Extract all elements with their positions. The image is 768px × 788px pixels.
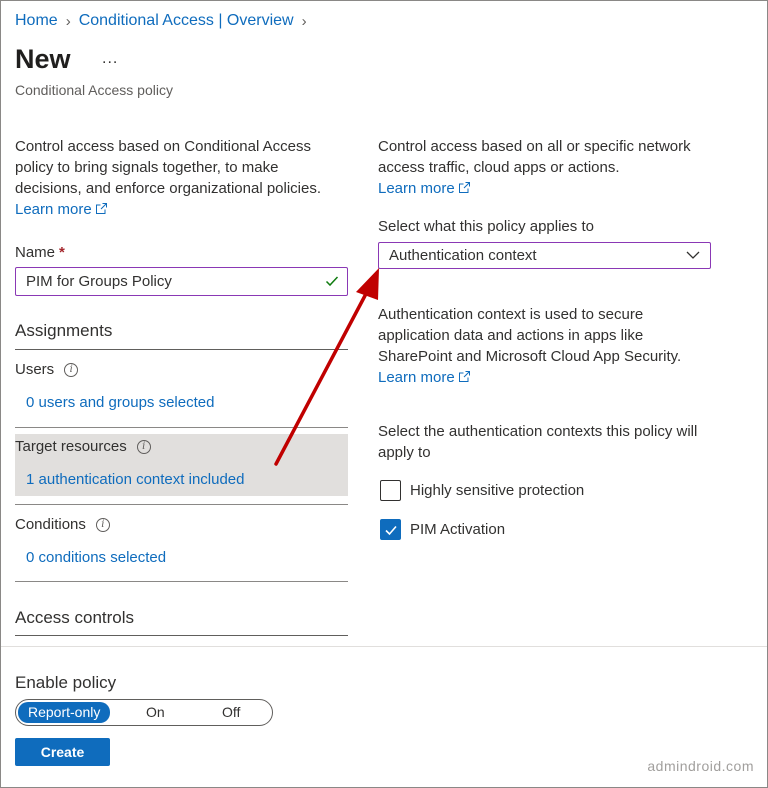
breadcrumb: Home › Conditional Access | Overview › [15,12,315,30]
info-icon[interactable]: i [95,517,110,532]
learn-more-label: Learn more [378,180,455,197]
enable-policy-label: Enable policy [15,673,117,692]
learn-more-link[interactable]: Learn more [378,180,471,197]
users-label: Users [15,361,55,378]
right-description: Control access based on all or specific … [378,138,691,176]
info-icon[interactable]: i [64,362,79,377]
external-link-icon [95,203,107,214]
name-label: Name [15,244,56,261]
required-marker: * [59,244,65,261]
page-title: New [15,44,71,74]
target-resources-label-row: Target resources i [15,438,151,455]
select-contexts-label: Select the authentication contexts this … [378,423,698,461]
checkmark-icon [325,276,339,287]
left-description-block: Control access based on Conditional Acce… [15,136,345,220]
checkmark-icon [384,525,397,535]
toggle-option-report-only[interactable]: Report-only [18,702,111,723]
context-option-pim-activation[interactable]: PIM Activation [380,519,505,540]
chevron-right-icon: › [65,12,71,30]
watermark: admindroid.com [647,758,754,774]
assignments-divider [15,349,348,350]
page-subtitle: Conditional Access policy [15,82,173,98]
create-button[interactable]: Create [15,738,110,766]
users-divider [15,427,348,428]
learn-more-label: Learn more [378,369,455,386]
toggle-option-on[interactable]: On [146,703,165,722]
access-controls-heading: Access controls [15,608,135,627]
learn-more-link[interactable]: Learn more [15,201,108,218]
users-selection-link[interactable]: 0 users and groups selected [26,394,214,411]
left-description: Control access based on Conditional Acce… [15,138,322,197]
toggle-option-off[interactable]: Off [222,703,240,722]
info-icon[interactable]: i [136,439,151,454]
name-input-value: PIM for Groups Policy [26,273,172,290]
target-resources-link[interactable]: 1 authentication context included [26,471,245,488]
learn-more-label: Learn more [15,201,92,218]
conditions-label: Conditions [15,516,86,533]
users-label-row: Users i [15,361,79,378]
conditions-divider [15,581,348,582]
name-label-row: Name * [15,244,65,261]
context-option-highly-sensitive[interactable]: Highly sensitive protection [380,480,584,501]
external-link-icon [458,182,470,193]
context-option-label: PIM Activation [410,521,506,538]
checkbox[interactable] [380,480,401,501]
breadcrumb-home[interactable]: Home [15,12,58,30]
context-option-label: Highly sensitive protection [410,482,585,499]
more-options-icon[interactable]: ... [102,50,118,68]
applies-to-label: Select what this policy applies to [378,218,594,235]
applies-to-dropdown[interactable]: Authentication context [378,242,711,269]
target-divider [15,504,348,505]
applies-to-value: Authentication context [389,247,537,264]
learn-more-link[interactable]: Learn more [378,369,471,386]
auth-context-description: Authentication context is used to secure… [378,306,682,365]
enable-policy-toggle[interactable]: Report-only On Off [15,699,273,726]
name-input[interactable]: PIM for Groups Policy [15,267,348,296]
chevron-right-icon: › [301,12,307,30]
right-description-block: Control access based on all or specific … [378,136,718,199]
auth-context-description-block: Authentication context is used to secure… [378,304,718,388]
breadcrumb-conditional-access-overview[interactable]: Conditional Access | Overview [79,12,294,30]
footer-divider [1,646,767,647]
external-link-icon [458,371,470,382]
chevron-down-icon [686,251,700,259]
conditions-label-row: Conditions i [15,516,110,533]
access-controls-divider [15,635,348,636]
checkbox-checked[interactable] [380,519,401,540]
conditions-link[interactable]: 0 conditions selected [26,549,166,566]
assignments-heading: Assignments [15,321,113,340]
target-resources-label: Target resources [15,438,127,455]
